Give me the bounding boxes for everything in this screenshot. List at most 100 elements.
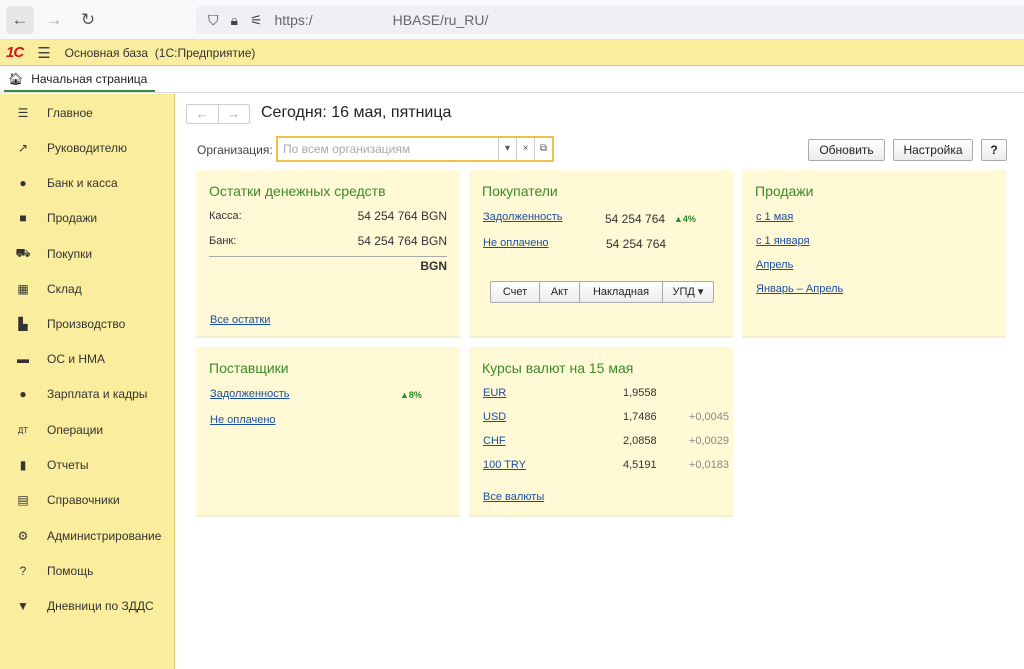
url-redacted (312, 13, 393, 27)
url-suffix: HBASE/ru_RU/ (392, 12, 489, 28)
buyers-debt-change: ▲4% (674, 214, 696, 224)
buyers-debt-link[interactable]: Задолженность (483, 211, 563, 223)
all-currencies-link[interactable]: Все валюты (483, 491, 544, 503)
waybill-button[interactable]: Накладная (579, 282, 662, 302)
sidebar-item-assets[interactable]: ▬ ОС и НМА (0, 344, 175, 374)
sidebar-item-production[interactable]: ▙ Производство (0, 309, 175, 339)
sales-jan-apr-link[interactable]: Январь – Апрель (756, 283, 843, 295)
bag-icon: ■ (19, 211, 27, 225)
trend-icon: ↗ (17, 141, 29, 155)
sidebar-item-main[interactable]: ☰ Главное (0, 98, 175, 128)
kassa-label: Касса: (209, 210, 242, 222)
gear-icon: ⚙ (17, 529, 29, 543)
currency-eur-rate: 1,9558 (623, 387, 657, 399)
main-content: ← → Сегодня: 16 мая, пятница Организация… (176, 94, 1024, 669)
tab-strip: 🏠︎ Начальная страница (0, 66, 1024, 93)
sidebar-item-sales[interactable]: ■ Продажи (0, 203, 175, 233)
currency-eur-link[interactable]: EUR (483, 387, 506, 399)
separator (209, 256, 447, 257)
app-header: 1С ☰ Основная база (1С:Предприятие) (0, 40, 1024, 66)
sidebar-item-help[interactable]: ? Помощь (0, 556, 175, 586)
currency-chf-link[interactable]: CHF (483, 435, 506, 447)
forward-button[interactable]: → (40, 6, 68, 34)
sales-april-link[interactable]: Апрель (756, 259, 793, 271)
currency-try-link[interactable]: 100 TRY (483, 459, 526, 471)
buyers-debt-value: 54 254 764 (605, 212, 666, 226)
org-select[interactable]: По всем организациям ▾ × ⧉ (276, 136, 554, 162)
kassa-value: 54 254 764 BGN (357, 209, 447, 223)
settings-button[interactable]: Настройка (893, 139, 973, 161)
currency-usd-rate: 1,7486 (623, 411, 657, 423)
history-nav: ← → (186, 104, 250, 124)
books-icon: ▤ (17, 493, 29, 507)
page-title: Сегодня: 16 мая, пятница (261, 104, 452, 121)
history-forward-button[interactable]: → (217, 105, 250, 123)
sidebar-item-reports[interactable]: ▮ Отчеты (0, 450, 175, 480)
suppliers-debt-change: ▲8% (400, 390, 422, 400)
permissions-icon[interactable]: ⚟ (250, 12, 263, 29)
sales-may-link[interactable]: с 1 мая (756, 211, 793, 223)
menu-icon: ☰ (17, 106, 29, 120)
tab-home[interactable]: 🏠︎ Начальная страница (4, 68, 156, 92)
sidebar-item-references[interactable]: ▤ Справочники (0, 485, 175, 515)
bank-value: 54 254 764 BGN (357, 234, 447, 248)
dropdown-icon[interactable]: ▾ (498, 138, 516, 160)
suppliers-debt-link[interactable]: Задолженность (210, 388, 290, 400)
back-button[interactable]: ← (6, 5, 34, 34)
clear-icon[interactable]: × (516, 138, 534, 160)
org-placeholder: По всем организациям (283, 142, 411, 156)
main-menu-icon[interactable]: ☰ (37, 44, 50, 62)
buyers-unpaid-link[interactable]: Не оплачено (483, 237, 549, 249)
browser-toolbar: ← → ↻ ⛉ 🔒︎ ⚟ https:/ HBASE/ru_RU/ (0, 0, 1024, 40)
history-back-button[interactable]: ← (187, 105, 218, 123)
buyers-unpaid-value: 54 254 764 (606, 237, 667, 251)
act-button[interactable]: Акт (539, 282, 579, 302)
org-label: Организация: (197, 143, 273, 157)
shield-icon: ⛉ (208, 11, 219, 28)
all-balances-link[interactable]: Все остатки (210, 314, 270, 326)
sidebar-item-operations[interactable]: ДТ Операции (0, 415, 175, 445)
sidebar-item-manager[interactable]: ↗ Руководителю (0, 133, 175, 163)
currency-panel: Курсы валют на 15 мая EUR 1,9558 USD 1,7… (469, 347, 733, 517)
1c-logo: 1С (6, 44, 24, 61)
url-prefix: https:/ (274, 12, 313, 28)
dt-kt-icon: ДТ (17, 425, 29, 435)
sales-title: Продажи (755, 183, 814, 199)
address-bar[interactable]: ⛉ 🔒︎ ⚟ https:/ HBASE/ru_RU/ (196, 6, 1024, 34)
currency-usd-link[interactable]: USD (483, 411, 506, 423)
suppliers-unpaid-link[interactable]: Не оплачено (210, 414, 276, 426)
chevron-down-icon: ▼ (17, 599, 29, 613)
sidebar-item-admin[interactable]: ⚙ Администрирование (0, 521, 175, 551)
refresh-button[interactable]: Обновить (808, 139, 885, 161)
reload-button[interactable]: ↻ (74, 6, 102, 34)
upd-button[interactable]: УПД ▾ (662, 282, 713, 302)
sidebar-item-warehouse[interactable]: ▦ Склад (0, 274, 175, 304)
sales-panel: Продажи с 1 мая с 1 января Апрель Январь… (742, 170, 1006, 338)
sidebar-item-purchases[interactable]: ⛟ Покупки (0, 239, 175, 269)
question-icon: ? (19, 564, 27, 578)
invoice-button[interactable]: Счет (491, 282, 539, 302)
currency-usd-change: +0,0045 (688, 411, 729, 423)
cash-title: Остатки денежных средств (209, 183, 386, 199)
person-icon: ● (19, 387, 27, 401)
currency-title: Курсы валют на 15 мая (482, 360, 634, 376)
document-buttons: Счет Акт Накладная УПД ▾ (490, 281, 714, 303)
sidebar-item-bank[interactable]: ● Банк и касса (0, 168, 175, 198)
cash-panel: Остатки денежных средств Касса: 54 254 7… (196, 170, 460, 338)
sales-january-link[interactable]: с 1 января (756, 235, 810, 247)
currency-try-rate: 4,5191 (623, 459, 657, 471)
open-icon[interactable]: ⧉ (534, 138, 552, 160)
currency-chf-change: +0,0029 (688, 435, 729, 447)
suppliers-panel: Поставщики Задолженность ▲8% Не оплачено (196, 347, 460, 517)
tab-home-label: Начальная страница (31, 72, 148, 86)
sidebar-item-salary[interactable]: ● Зарплата и кадры (0, 379, 175, 409)
app-title: Основная база (1С:Предприятие) (64, 45, 256, 60)
total-currency: BGN (420, 259, 447, 273)
factory-icon: ▙ (18, 317, 28, 331)
help-button[interactable]: ? (981, 139, 1007, 161)
lock-icon: 🔒︎ (230, 11, 238, 28)
bar-chart-icon: ▮ (19, 458, 27, 472)
currency-chf-rate: 2,0858 (623, 435, 657, 447)
sidebar-item-vat-journals[interactable]: ▼ Дневници по ЗДДС (0, 591, 175, 621)
home-icon: 🏠︎ (8, 72, 24, 86)
